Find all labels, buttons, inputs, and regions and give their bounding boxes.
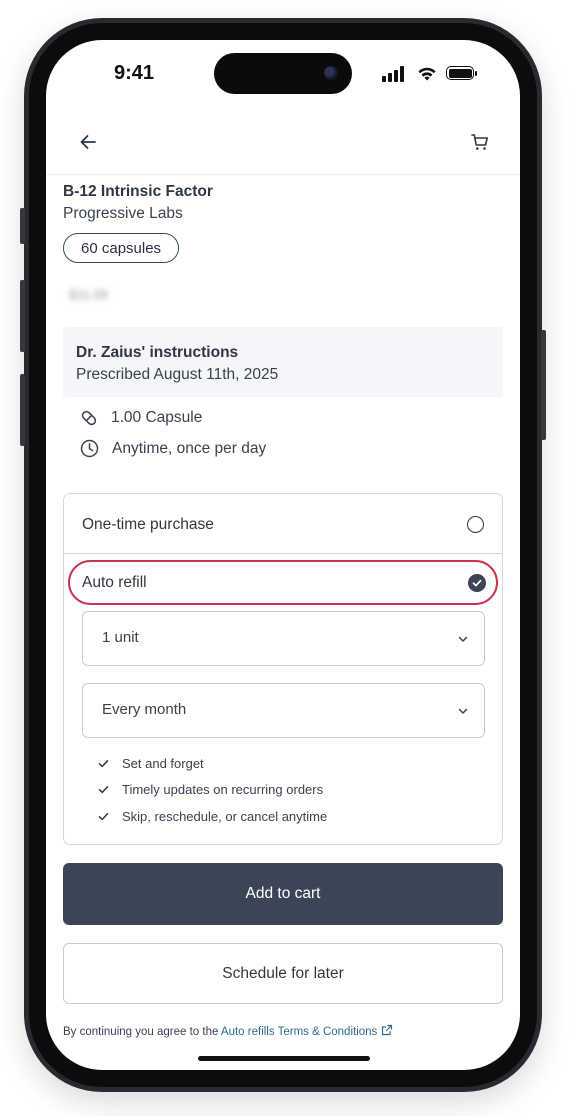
- arrow-left-icon: [80, 135, 96, 149]
- benefit-item: Timely updates on recurring orders: [98, 782, 323, 797]
- chevron-down-icon: [458, 636, 468, 642]
- top-nav-bar: [46, 110, 520, 175]
- pill-icon: [81, 410, 97, 426]
- dose-amount: 1.00 Capsule: [111, 409, 203, 426]
- checkmark-icon: [98, 813, 109, 821]
- dose-frequency: Anytime, once per day: [112, 439, 267, 457]
- power-button: [541, 330, 546, 440]
- dynamic-island: [214, 53, 352, 94]
- quantity-select[interactable]: 1 unit: [82, 611, 485, 666]
- wifi-icon: [418, 67, 436, 81]
- checkmark-icon: [98, 786, 109, 794]
- quantity-select-value: 1 unit: [102, 629, 139, 646]
- product-brand: Progressive Labs: [63, 205, 183, 222]
- volume-up-button: [20, 280, 25, 352]
- frequency-select[interactable]: Every month: [82, 683, 485, 738]
- home-indicator[interactable]: [198, 1056, 370, 1061]
- terms-disclaimer: By continuing you agree to the Auto refi…: [63, 1024, 503, 1038]
- cart-button[interactable]: [464, 126, 496, 158]
- status-bar: 9:41: [46, 40, 520, 110]
- app-screen: 9:41 B-12 Intrinsic Factor Progressive L…: [46, 40, 520, 1070]
- benefit-item: Skip, reschedule, or cancel anytime: [98, 809, 327, 824]
- one-time-purchase-label: One-time purchase: [82, 516, 214, 533]
- external-link-icon[interactable]: [381, 1024, 393, 1036]
- clock-icon: [80, 439, 99, 458]
- benefit-text: Timely updates on recurring orders: [122, 782, 324, 797]
- action-button: [20, 208, 25, 244]
- auto-refill-radio[interactable]: [468, 574, 486, 592]
- benefit-text: Set and forget: [122, 756, 204, 771]
- disclaimer-text: By continuing you agree to the: [63, 1026, 219, 1038]
- add-to-cart-button[interactable]: Add to cart: [63, 863, 503, 925]
- benefit-text: Skip, reschedule, or cancel anytime: [122, 809, 328, 824]
- battery-icon: [446, 66, 477, 80]
- frequency-select-value: Every month: [102, 701, 187, 718]
- one-time-radio[interactable]: [467, 516, 484, 533]
- cellular-signal-icon: [382, 66, 408, 82]
- back-button[interactable]: [72, 126, 104, 158]
- product-name: B-12 Intrinsic Factor: [63, 183, 213, 200]
- instructions-title: Dr. Zaius' instructions: [76, 344, 239, 361]
- camera-icon: [324, 66, 338, 80]
- status-time: 9:41: [114, 62, 155, 84]
- frequency-row: Anytime, once per day: [80, 439, 266, 458]
- one-time-purchase-option[interactable]: One-time purchase: [64, 494, 502, 554]
- dose-row: 1.00 Capsule: [80, 409, 202, 427]
- auto-refill-option[interactable]: Auto refill: [68, 560, 498, 605]
- size-pill[interactable]: 60 capsules: [63, 233, 180, 263]
- benefit-item: Set and forget: [98, 756, 204, 771]
- shopping-cart-icon: [471, 134, 488, 150]
- prescriber-instructions: Dr. Zaius' instructions Prescribed Augus…: [63, 327, 503, 397]
- schedule-for-later-button[interactable]: Schedule for later: [63, 943, 503, 1004]
- purchase-options-card: One-time purchase Auto refill 1 unit Eve: [63, 493, 503, 845]
- chevron-down-icon: [458, 708, 468, 714]
- auto-refill-label: Auto refill: [82, 574, 147, 591]
- product-price: $11.09: [69, 287, 108, 302]
- terms-link[interactable]: Auto refills Terms & Conditions: [221, 1026, 377, 1038]
- checkmark-icon: [98, 760, 109, 768]
- prescribed-date: Prescribed August 11th, 2025: [76, 366, 279, 383]
- checkmark-icon: [472, 579, 482, 587]
- volume-down-button: [20, 374, 25, 446]
